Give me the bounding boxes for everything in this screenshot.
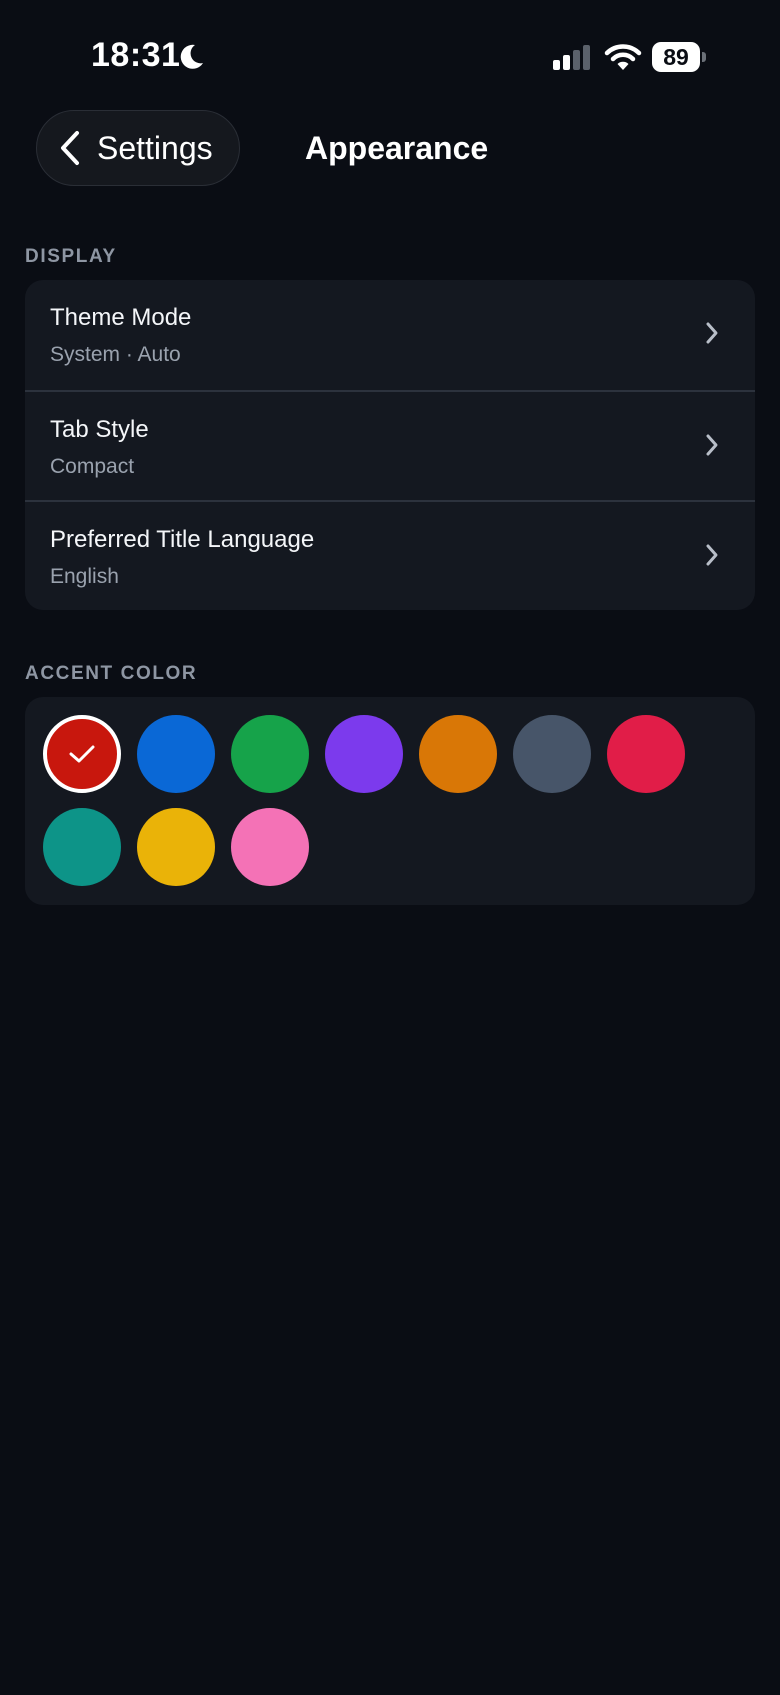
wifi-icon [604, 44, 642, 70]
battery-level: 89 [652, 42, 700, 72]
page-title: Appearance [305, 130, 489, 166]
accent-color-card [25, 697, 755, 905]
accent-swatch-pink[interactable] [231, 808, 309, 886]
row-title: Tab Style [50, 416, 149, 443]
row-value: Compact [50, 455, 135, 478]
row-title: Theme Mode [50, 304, 192, 331]
accent-swatch-slate[interactable] [513, 715, 591, 793]
accent-swatch-teal[interactable] [43, 808, 121, 886]
accent-color-section-header: ACCENT COLOR [25, 663, 198, 684]
theme-mode-row[interactable]: Theme Mode System · Auto [25, 280, 755, 390]
preferred-title-language-row[interactable]: Preferred Title Language English [25, 500, 755, 610]
tab-style-row[interactable]: Tab Style Compact [25, 390, 755, 500]
accent-swatch-yellow[interactable] [137, 808, 215, 886]
accent-swatch-blue[interactable] [137, 715, 215, 793]
cellular-signal-icon [553, 45, 590, 70]
row-value: System · Auto [50, 343, 181, 366]
chevron-right-icon [706, 322, 718, 344]
chevron-left-icon [61, 131, 79, 165]
accent-swatch-green[interactable] [231, 715, 309, 793]
accent-swatch-purple[interactable] [325, 715, 403, 793]
battery-tip [702, 52, 706, 62]
back-button[interactable]: Settings [36, 110, 240, 186]
moon-icon [180, 44, 203, 69]
accent-swatch-crimson[interactable] [607, 715, 685, 793]
chevron-right-icon [706, 434, 718, 456]
status-time: 18:31 [91, 36, 181, 74]
chevron-right-icon [706, 544, 718, 566]
checkmark-icon [69, 745, 95, 763]
row-title: Preferred Title Language [50, 526, 315, 553]
display-settings-card: Theme Mode System · Auto Tab Style Compa… [25, 280, 755, 610]
row-value: English [50, 565, 119, 588]
display-section-header: DISPLAY [25, 246, 117, 267]
back-button-label: Settings [97, 129, 213, 166]
accent-swatch-red[interactable] [43, 715, 121, 793]
status-bar: 18:31 89 [0, 0, 780, 110]
accent-swatch-orange[interactable] [419, 715, 497, 793]
battery-icon: 89 [652, 42, 706, 72]
